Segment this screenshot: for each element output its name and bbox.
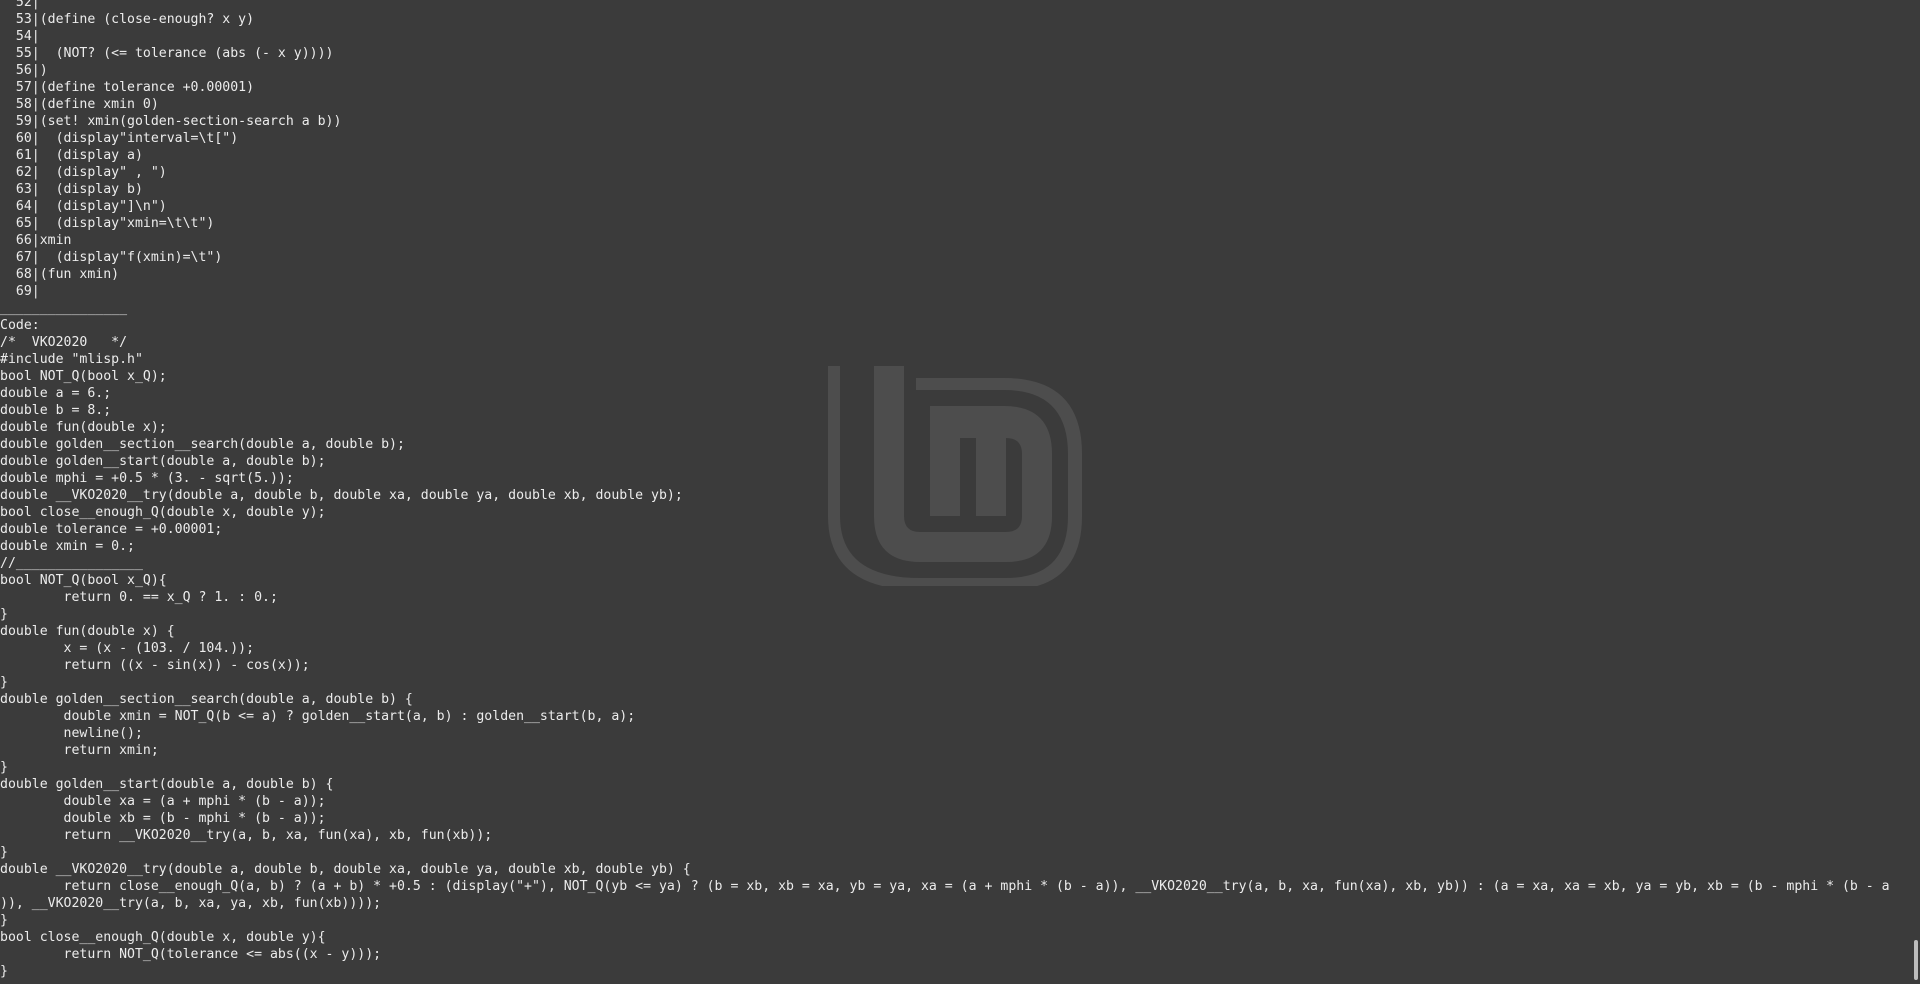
terminal-line: double xmin = 0.; [0, 539, 135, 554]
terminal-line: double golden__start(double a, double b)… [0, 454, 326, 469]
terminal-line: double golden__section__search(double a,… [0, 437, 405, 452]
terminal-line: double fun(double x) { [0, 624, 175, 639]
terminal-line: /* VKO2020 */ [0, 335, 128, 350]
terminal-line: return close__enough_Q(a, b) ? (a + b) *… [0, 879, 1890, 894]
terminal-line: 62| (display" , ") [0, 165, 167, 180]
terminal-line: 66|xmin [0, 233, 72, 248]
terminal-window[interactable]: 52| 53|(define (close-enough? x y) 54| 5… [0, 0, 1920, 984]
scrollbar-thumb[interactable] [1914, 940, 1918, 980]
terminal-line: bool close__enough_Q(double x, double y)… [0, 505, 326, 520]
terminal-line: } [0, 845, 8, 860]
terminal-line: ________________ [0, 301, 128, 316]
terminal-line: } [0, 607, 8, 622]
terminal-line: 67| (display"f(xmin)=\t") [0, 250, 223, 265]
terminal-line: double tolerance = +0.00001; [0, 522, 223, 537]
terminal-line: 55| (NOT? (<= tolerance (abs (- x y)))) [0, 46, 334, 61]
terminal-line: bool close__enough_Q(double x, double y)… [0, 930, 326, 945]
terminal-line: return NOT_Q(tolerance <= abs((x - y))); [0, 947, 382, 962]
scrollbar[interactable] [1912, 0, 1920, 984]
terminal-line: } [0, 913, 8, 928]
terminal-line: double xmin = NOT_Q(b <= a) ? golden__st… [0, 709, 636, 724]
terminal-line: 64| (display"]\n") [0, 199, 167, 214]
terminal-line: double __VKO2020__try(double a, double b… [0, 488, 683, 503]
terminal-line: bool NOT_Q(bool x_Q); [0, 369, 167, 384]
terminal-line: return 0. == x_Q ? 1. : 0.; [0, 590, 278, 605]
terminal-line: 56|) [0, 63, 48, 78]
terminal-line: double golden__start(double a, double b)… [0, 777, 334, 792]
terminal-line: #include "mlisp.h" [0, 352, 143, 367]
terminal-line: 54| [0, 29, 40, 44]
terminal-line: 58|(define xmin 0) [0, 97, 159, 112]
terminal-line: return ((x - sin(x)) - cos(x)); [0, 658, 310, 673]
terminal-line: bool NOT_Q(bool x_Q){ [0, 573, 167, 588]
terminal-line: 57|(define tolerance +0.00001) [0, 80, 255, 95]
terminal-line: Code: [0, 318, 40, 333]
terminal-line: } [0, 760, 8, 775]
terminal-line: return xmin; [0, 743, 159, 758]
terminal-line: x = (x - (103. / 104.)); [0, 641, 255, 656]
terminal-line: 59|(set! xmin(golden-section-search a b)… [0, 114, 342, 129]
terminal-line: 52| [0, 0, 40, 10]
terminal-output: 52| 53|(define (close-enough? x y) 54| 5… [0, 0, 1912, 980]
terminal-line: 69| [0, 284, 40, 299]
terminal-line: double a = 6.; [0, 386, 112, 401]
terminal-line: newline(); [0, 726, 143, 741]
terminal-line: 65| (display"xmin=\t\t") [0, 216, 215, 231]
terminal-line: 68|(fun xmin) [0, 267, 120, 282]
terminal-line: double b = 8.; [0, 403, 112, 418]
terminal-line: 60| (display"interval=\t[") [0, 131, 239, 146]
terminal-line: } [0, 964, 8, 979]
terminal-line: 61| (display a) [0, 148, 143, 163]
terminal-line: double xa = (a + mphi * (b - a)); [0, 794, 326, 809]
terminal-line: //________________ [0, 556, 143, 571]
terminal-line: 63| (display b) [0, 182, 143, 197]
terminal-line: double golden__section__search(double a,… [0, 692, 413, 707]
terminal-line: )), __VKO2020__try(a, b, xa, ya, xb, fun… [0, 896, 382, 911]
terminal-line: double fun(double x); [0, 420, 167, 435]
terminal-line: double mphi = +0.5 * (3. - sqrt(5.)); [0, 471, 294, 486]
terminal-line: } [0, 675, 8, 690]
terminal-line: return __VKO2020__try(a, b, xa, fun(xa),… [0, 828, 493, 843]
terminal-line: double xb = (b - mphi * (b - a)); [0, 811, 326, 826]
terminal-line: double __VKO2020__try(double a, double b… [0, 862, 691, 877]
terminal-line: 53|(define (close-enough? x y) [0, 12, 255, 27]
